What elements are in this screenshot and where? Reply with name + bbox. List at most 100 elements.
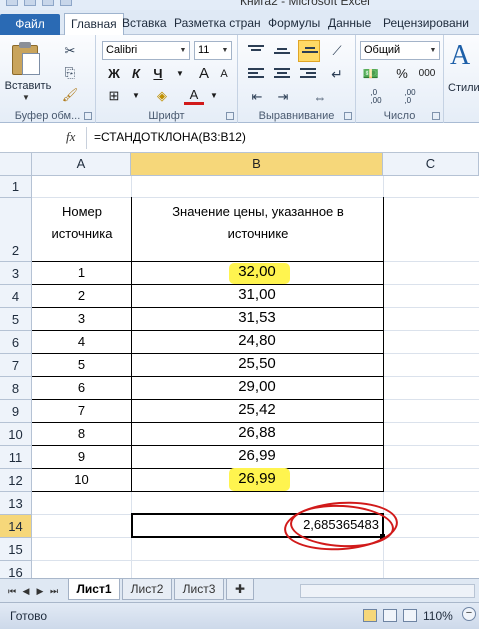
paste-icon[interactable] — [8, 41, 44, 77]
row-header-5[interactable]: 5 — [0, 308, 32, 331]
cell-a3[interactable]: 1 — [32, 265, 131, 280]
column-header-b[interactable]: B — [131, 153, 383, 176]
prev-sheet-icon[interactable]: ◀ — [20, 584, 32, 598]
align-center-icon[interactable] — [274, 68, 290, 82]
align-middle-icon[interactable] — [274, 45, 290, 59]
sheet-tab-3[interactable]: Лист3 — [174, 579, 224, 600]
fx-icon[interactable]: fx — [66, 129, 75, 145]
cell-b5[interactable]: 31,53 — [131, 309, 383, 326]
align-top-icon[interactable] — [248, 45, 264, 59]
first-sheet-icon[interactable]: ⏮ — [6, 584, 18, 598]
cell-a7[interactable]: 5 — [32, 357, 131, 372]
row-header-10[interactable]: 10 — [0, 423, 32, 446]
copy-icon[interactable]: ⎘ — [60, 63, 80, 83]
decrease-decimal-button[interactable]: ,00 ,0 — [396, 87, 424, 107]
font-color-dropdown-icon[interactable]: ▼ — [204, 86, 224, 106]
align-right-icon[interactable] — [300, 68, 316, 82]
row-header-15[interactable]: 15 — [0, 538, 32, 561]
orientation-icon[interactable]: ⟋ — [326, 40, 348, 62]
italic-button[interactable]: К — [126, 64, 146, 84]
paste-dropdown-icon[interactable]: ▼ — [22, 93, 30, 102]
row-header-16[interactable]: 16 — [0, 561, 32, 578]
percent-button[interactable]: % — [392, 64, 412, 84]
row-header-9[interactable]: 9 — [0, 400, 32, 423]
cell-b6[interactable]: 24,80 — [131, 332, 383, 349]
sheet-tab-1[interactable]: Лист1 — [68, 579, 120, 600]
decrease-indent-icon[interactable]: ⇤ — [246, 87, 268, 107]
cell-b7[interactable]: 25,50 — [131, 355, 383, 372]
undo-icon[interactable] — [42, 0, 54, 6]
merge-center-icon[interactable]: ⇔ — [300, 87, 340, 107]
column-header-c[interactable]: C — [383, 153, 479, 176]
increase-decimal-button[interactable]: ,0 ,00 — [362, 87, 390, 107]
fill-color-icon[interactable]: ◈ — [152, 86, 172, 106]
row-header-4[interactable]: 4 — [0, 285, 32, 308]
clipboard-launcher-icon[interactable] — [84, 112, 92, 120]
currency-icon[interactable]: 💵 — [360, 64, 382, 84]
tab-formulas[interactable]: Формулы — [262, 13, 326, 35]
next-sheet-icon[interactable]: ▶ — [34, 584, 46, 598]
cell-b12[interactable]: 26,99 — [131, 470, 383, 487]
format-painter-icon[interactable]: 🖌 — [60, 85, 80, 105]
cell-a9[interactable]: 7 — [32, 403, 131, 418]
tab-data[interactable]: Данные — [322, 13, 377, 35]
cell-b9[interactable]: 25,42 — [131, 401, 383, 418]
select-all-button[interactable] — [0, 153, 32, 176]
row-header-11[interactable]: 11 — [0, 446, 32, 469]
tab-review[interactable]: Рецензировани — [377, 13, 475, 35]
horizontal-scrollbar[interactable] — [300, 584, 475, 598]
cell-a4[interactable]: 2 — [32, 288, 131, 303]
row-header-6[interactable]: 6 — [0, 331, 32, 354]
font-name-select[interactable]: Calibri ▼ — [102, 41, 190, 60]
number-format-select[interactable]: Общий ▼ — [360, 41, 440, 60]
column-header-a[interactable]: A — [32, 153, 131, 176]
row-header-13[interactable]: 13 — [0, 492, 32, 515]
thousands-button[interactable]: 000 — [414, 64, 440, 84]
normal-view-icon[interactable] — [363, 609, 377, 622]
row-header-3[interactable]: 3 — [0, 262, 32, 285]
bold-button[interactable]: Ж — [104, 64, 124, 84]
grow-font-button[interactable]: A — [194, 64, 214, 84]
tab-page-layout[interactable]: Разметка стран — [168, 13, 267, 35]
alignment-launcher-icon[interactable] — [344, 112, 352, 120]
tab-file[interactable]: Файл — [0, 14, 60, 35]
row-header-14[interactable]: 14 — [0, 515, 32, 538]
name-box[interactable] — [6, 128, 56, 148]
underline-button[interactable]: Ч — [148, 64, 168, 84]
cut-icon[interactable]: ✂ — [60, 41, 80, 61]
row-header-12[interactable]: 12 — [0, 469, 32, 492]
underline-dropdown-icon[interactable]: ▼ — [170, 64, 190, 84]
formula-input[interactable]: =СТАНДОТКЛОНА(B3:B12) — [94, 130, 246, 144]
cell-a12[interactable]: 10 — [32, 472, 131, 487]
page-break-view-icon[interactable] — [403, 609, 417, 622]
excel-icon[interactable] — [6, 0, 18, 6]
cell-a8[interactable]: 6 — [32, 380, 131, 395]
cell-a10[interactable]: 8 — [32, 426, 131, 441]
cell-b4[interactable]: 31,00 — [131, 286, 383, 303]
redo-icon[interactable] — [60, 0, 72, 6]
insert-sheet-icon[interactable]: ✚ — [226, 579, 254, 600]
styles-button[interactable]: A Стили — [446, 40, 479, 120]
paste-button-label[interactable]: Вставить — [2, 80, 54, 92]
borders-dropdown-icon[interactable]: ▼ — [126, 86, 146, 106]
save-icon[interactable] — [24, 0, 36, 6]
row-header-8[interactable]: 8 — [0, 377, 32, 400]
align-bottom-icon[interactable] — [298, 40, 320, 62]
cell-a6[interactable]: 4 — [32, 334, 131, 349]
cell-a5[interactable]: 3 — [32, 311, 131, 326]
number-launcher-icon[interactable] — [432, 112, 440, 120]
font-color-button[interactable]: A — [184, 86, 204, 105]
row-header-7[interactable]: 7 — [0, 354, 32, 377]
page-layout-view-icon[interactable] — [383, 609, 397, 622]
cell-b11[interactable]: 26,99 — [131, 447, 383, 464]
increase-indent-icon[interactable]: ⇥ — [272, 87, 294, 107]
zoom-out-icon[interactable]: − — [462, 607, 476, 621]
wrap-text-icon[interactable]: ↵ — [326, 64, 348, 84]
cell-b3[interactable]: 32,00 — [131, 263, 383, 280]
borders-icon[interactable]: ⊞ — [104, 86, 124, 106]
font-size-select[interactable]: 11 ▼ — [194, 41, 232, 60]
tab-home[interactable]: Главная — [64, 13, 124, 36]
font-launcher-icon[interactable] — [226, 112, 234, 120]
row-header-1[interactable]: 1 — [0, 176, 32, 198]
cell-b10[interactable]: 26,88 — [131, 424, 383, 441]
